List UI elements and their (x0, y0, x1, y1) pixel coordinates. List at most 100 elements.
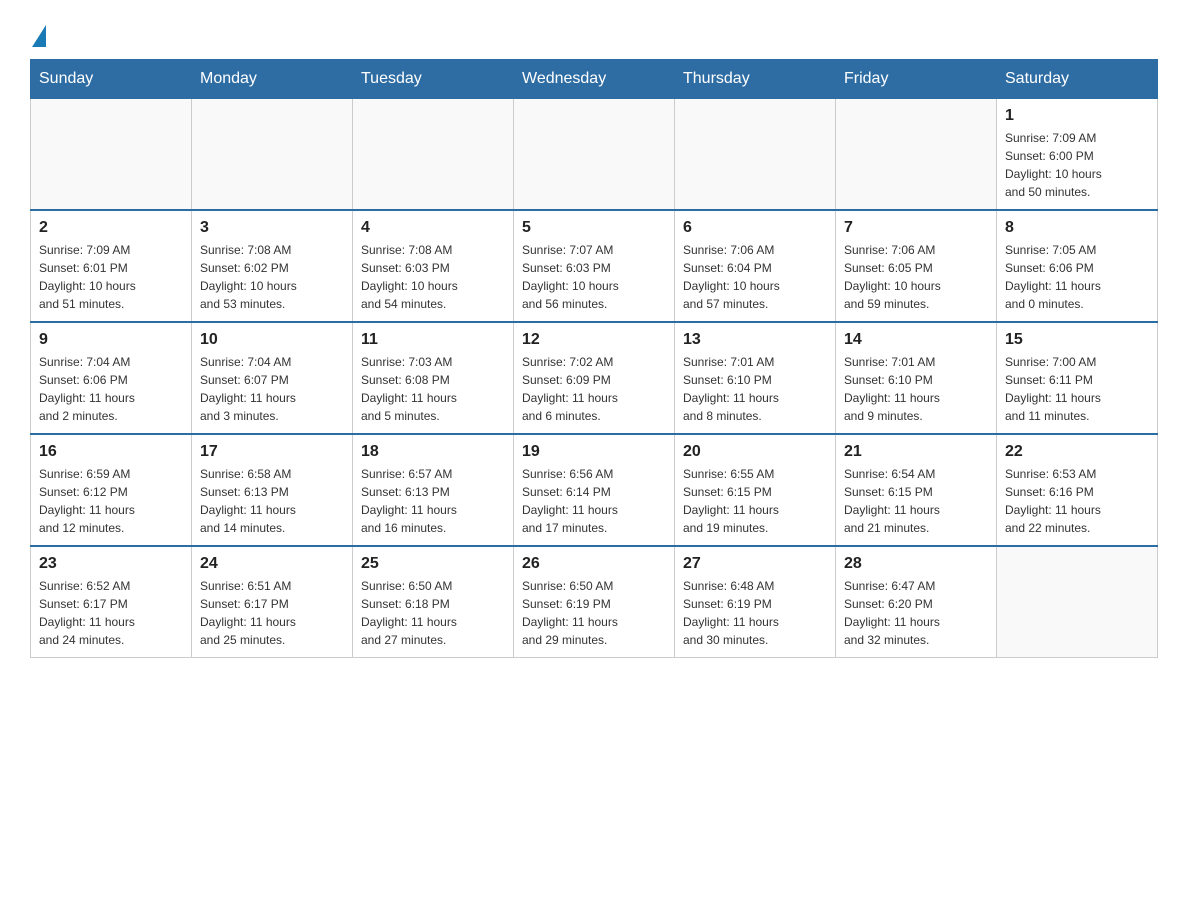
day-number: 3 (200, 219, 344, 237)
calendar-day-cell (675, 98, 836, 210)
calendar-table: SundayMondayTuesdayWednesdayThursdayFrid… (30, 59, 1158, 658)
day-number: 13 (683, 331, 827, 349)
day-info: Sunrise: 7:06 AMSunset: 6:04 PMDaylight:… (683, 241, 827, 313)
calendar-day-cell: 15 Sunrise: 7:00 AMSunset: 6:11 PMDayligh… (997, 322, 1158, 434)
day-number: 14 (844, 331, 988, 349)
page-header (30, 20, 1158, 49)
day-info: Sunrise: 7:07 AMSunset: 6:03 PMDaylight:… (522, 241, 666, 313)
day-number: 21 (844, 443, 988, 461)
day-of-week-header: Friday (836, 59, 997, 98)
logo (30, 20, 46, 49)
day-info: Sunrise: 6:54 AMSunset: 6:15 PMDaylight:… (844, 465, 988, 537)
logo-text (30, 20, 46, 49)
calendar-day-cell: 28 Sunrise: 6:47 AMSunset: 6:20 PMDayligh… (836, 546, 997, 658)
calendar-week-row: 1 Sunrise: 7:09 AMSunset: 6:00 PMDaylight… (31, 98, 1158, 210)
day-info: Sunrise: 6:57 AMSunset: 6:13 PMDaylight:… (361, 465, 505, 537)
day-number: 11 (361, 331, 505, 349)
calendar-day-cell: 10Sunrise: 7:04 AMSunset: 6:07 PMDayligh… (192, 322, 353, 434)
calendar-day-cell: 18 Sunrise: 6:57 AMSunset: 6:13 PMDayligh… (353, 434, 514, 546)
day-number: 9 (39, 331, 183, 349)
calendar-day-cell: 24 Sunrise: 6:51 AMSunset: 6:17 PMDayligh… (192, 546, 353, 658)
day-number: 18 (361, 443, 505, 461)
day-info: Sunrise: 7:08 AMSunset: 6:02 PMDaylight:… (200, 241, 344, 313)
day-number: 17 (200, 443, 344, 461)
day-number: 16 (39, 443, 183, 461)
calendar-day-cell: 3 Sunrise: 7:08 AMSunset: 6:02 PMDaylight… (192, 210, 353, 322)
calendar-day-cell: 5 Sunrise: 7:07 AMSunset: 6:03 PMDaylight… (514, 210, 675, 322)
day-info: Sunrise: 6:58 AMSunset: 6:13 PMDaylight:… (200, 465, 344, 537)
calendar-day-cell: 9 Sunrise: 7:04 AMSunset: 6:06 PMDaylight… (31, 322, 192, 434)
day-info: Sunrise: 6:47 AMSunset: 6:20 PMDaylight:… (844, 577, 988, 649)
day-number: 12 (522, 331, 666, 349)
calendar-day-cell (192, 98, 353, 210)
day-number: 26 (522, 555, 666, 573)
day-info: Sunrise: 7:04 AMSunset: 6:06 PMDaylight:… (39, 353, 183, 425)
calendar-week-row: 16 Sunrise: 6:59 AMSunset: 6:12 PMDayligh… (31, 434, 1158, 546)
calendar-day-cell: 27 Sunrise: 6:48 AMSunset: 6:19 PMDayligh… (675, 546, 836, 658)
calendar-day-cell: 11 Sunrise: 7:03 AMSunset: 6:08 PMDayligh… (353, 322, 514, 434)
calendar-day-cell: 16 Sunrise: 6:59 AMSunset: 6:12 PMDayligh… (31, 434, 192, 546)
calendar-week-row: 2 Sunrise: 7:09 AMSunset: 6:01 PMDaylight… (31, 210, 1158, 322)
calendar-day-cell (514, 98, 675, 210)
day-info: Sunrise: 6:59 AMSunset: 6:12 PMDaylight:… (39, 465, 183, 537)
day-info: Sunrise: 7:00 AMSunset: 6:11 PMDaylight:… (1005, 353, 1149, 425)
calendar-day-cell: 22 Sunrise: 6:53 AMSunset: 6:16 PMDayligh… (997, 434, 1158, 546)
calendar-day-cell (31, 98, 192, 210)
day-number: 8 (1005, 219, 1149, 237)
day-number: 1 (1005, 107, 1149, 125)
calendar-day-cell: 23 Sunrise: 6:52 AMSunset: 6:17 PMDayligh… (31, 546, 192, 658)
day-info: Sunrise: 7:05 AMSunset: 6:06 PMDaylight:… (1005, 241, 1149, 313)
day-info: Sunrise: 6:55 AMSunset: 6:15 PMDaylight:… (683, 465, 827, 537)
day-info: Sunrise: 6:53 AMSunset: 6:16 PMDaylight:… (1005, 465, 1149, 537)
day-number: 25 (361, 555, 505, 573)
day-info: Sunrise: 7:01 AMSunset: 6:10 PMDaylight:… (844, 353, 988, 425)
day-number: 20 (683, 443, 827, 461)
day-info: Sunrise: 7:02 AMSunset: 6:09 PMDaylight:… (522, 353, 666, 425)
calendar-day-cell: 13 Sunrise: 7:01 AMSunset: 6:10 PMDayligh… (675, 322, 836, 434)
calendar-day-cell: 26Sunrise: 6:50 AMSunset: 6:19 PMDayligh… (514, 546, 675, 658)
calendar-day-cell: 8 Sunrise: 7:05 AMSunset: 6:06 PMDaylight… (997, 210, 1158, 322)
calendar-day-cell (353, 98, 514, 210)
day-info: Sunrise: 6:50 AMSunset: 6:18 PMDaylight:… (361, 577, 505, 649)
logo-triangle-icon (32, 25, 46, 47)
day-number: 28 (844, 555, 988, 573)
day-number: 2 (39, 219, 183, 237)
day-of-week-header: Sunday (31, 59, 192, 98)
day-info: Sunrise: 6:51 AMSunset: 6:17 PMDaylight:… (200, 577, 344, 649)
day-number: 6 (683, 219, 827, 237)
day-number: 27 (683, 555, 827, 573)
day-of-week-header: Thursday (675, 59, 836, 98)
calendar-day-cell (836, 98, 997, 210)
day-number: 22 (1005, 443, 1149, 461)
calendar-day-cell: 19 Sunrise: 6:56 AMSunset: 6:14 PMDayligh… (514, 434, 675, 546)
day-info: Sunrise: 7:09 AMSunset: 6:00 PMDaylight:… (1005, 129, 1149, 201)
day-info: Sunrise: 6:52 AMSunset: 6:17 PMDaylight:… (39, 577, 183, 649)
day-of-week-header: Wednesday (514, 59, 675, 98)
day-info: Sunrise: 7:04 AMSunset: 6:07 PMDaylight:… (200, 353, 344, 425)
calendar-day-cell: 20 Sunrise: 6:55 AMSunset: 6:15 PMDayligh… (675, 434, 836, 546)
calendar-week-row: 9 Sunrise: 7:04 AMSunset: 6:06 PMDaylight… (31, 322, 1158, 434)
day-number: 4 (361, 219, 505, 237)
day-info: Sunrise: 6:48 AMSunset: 6:19 PMDaylight:… (683, 577, 827, 649)
calendar-day-cell: 14 Sunrise: 7:01 AMSunset: 6:10 PMDayligh… (836, 322, 997, 434)
calendar-day-cell: 6 Sunrise: 7:06 AMSunset: 6:04 PMDaylight… (675, 210, 836, 322)
calendar-day-cell: 4Sunrise: 7:08 AMSunset: 6:03 PMDaylight… (353, 210, 514, 322)
calendar-day-cell: 25 Sunrise: 6:50 AMSunset: 6:18 PMDayligh… (353, 546, 514, 658)
day-number: 5 (522, 219, 666, 237)
day-number: 15 (1005, 331, 1149, 349)
day-info: Sunrise: 7:09 AMSunset: 6:01 PMDaylight:… (39, 241, 183, 313)
day-info: Sunrise: 7:03 AMSunset: 6:08 PMDaylight:… (361, 353, 505, 425)
day-number: 24 (200, 555, 344, 573)
day-of-week-header: Tuesday (353, 59, 514, 98)
day-of-week-header: Saturday (997, 59, 1158, 98)
day-info: Sunrise: 7:01 AMSunset: 6:10 PMDaylight:… (683, 353, 827, 425)
calendar-day-cell: 2 Sunrise: 7:09 AMSunset: 6:01 PMDaylight… (31, 210, 192, 322)
day-number: 23 (39, 555, 183, 573)
calendar-day-cell: 21 Sunrise: 6:54 AMSunset: 6:15 PMDayligh… (836, 434, 997, 546)
day-number: 19 (522, 443, 666, 461)
calendar-day-cell: 17 Sunrise: 6:58 AMSunset: 6:13 PMDayligh… (192, 434, 353, 546)
calendar-day-cell: 7Sunrise: 7:06 AMSunset: 6:05 PMDaylight… (836, 210, 997, 322)
day-info: Sunrise: 6:56 AMSunset: 6:14 PMDaylight:… (522, 465, 666, 537)
calendar-header-row: SundayMondayTuesdayWednesdayThursdayFrid… (31, 59, 1158, 98)
calendar-day-cell (997, 546, 1158, 658)
